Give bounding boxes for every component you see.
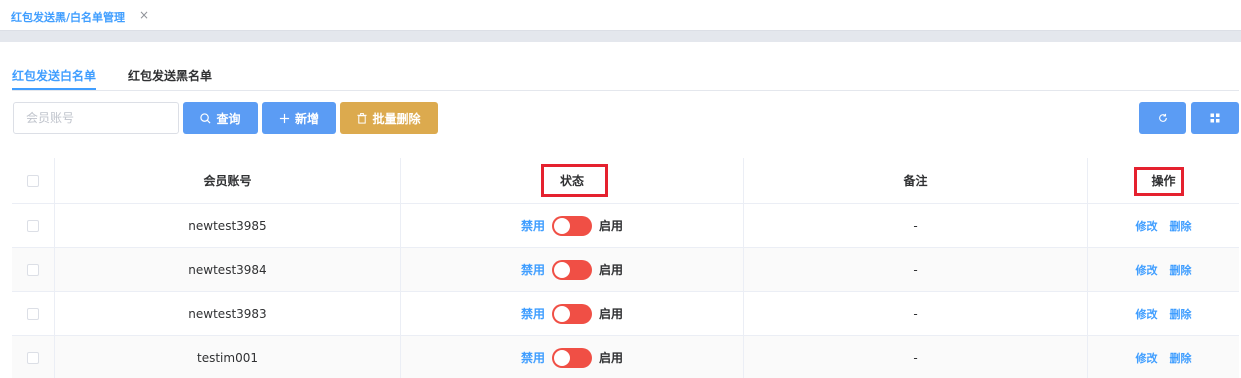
- edit-link[interactable]: 修改: [1136, 306, 1158, 322]
- delete-link[interactable]: 删除: [1170, 262, 1192, 278]
- table-row: newtest3985 禁用 启用 - 修改 删除: [12, 204, 1239, 248]
- highlight-box-status: [541, 164, 608, 197]
- tab-blacklist[interactable]: 红包发送黑名单: [128, 67, 212, 84]
- remark-cell: -: [744, 292, 1088, 335]
- plus-icon: [279, 113, 290, 123]
- delete-link[interactable]: 删除: [1170, 350, 1192, 366]
- switch-knob: [554, 261, 570, 278]
- remark-cell: -: [744, 336, 1088, 378]
- account-cell: newtest3985: [55, 204, 401, 247]
- status-toggle: 禁用 启用: [521, 215, 623, 236]
- switch-knob: [554, 349, 570, 366]
- refresh-icon: [1158, 113, 1167, 122]
- switch-knob: [554, 305, 570, 322]
- close-icon[interactable]: ×: [139, 8, 149, 22]
- search-icon: [200, 112, 211, 124]
- table-row: testim001 禁用 启用 - 修改 删除: [12, 336, 1239, 378]
- add-button[interactable]: 新增: [262, 102, 336, 134]
- status-switch[interactable]: [552, 215, 592, 236]
- edit-link[interactable]: 修改: [1136, 350, 1158, 366]
- remark-cell: -: [744, 248, 1088, 291]
- status-toggle: 禁用 启用: [521, 303, 623, 324]
- disable-label[interactable]: 禁用: [521, 305, 545, 322]
- list-type-tabs: 红包发送白名单 红包发送黑名单: [12, 55, 1239, 91]
- account-search-input[interactable]: [13, 102, 179, 134]
- table-row: newtest3984 禁用 启用 - 修改 删除: [12, 248, 1239, 292]
- disable-label[interactable]: 禁用: [521, 217, 545, 234]
- enable-label[interactable]: 启用: [599, 217, 623, 234]
- header-account: 会员账号: [55, 158, 401, 203]
- switch-knob: [554, 217, 570, 234]
- table-header: 会员账号 状态 备注 操作: [12, 158, 1239, 204]
- search-button-label: 查询: [216, 111, 241, 126]
- account-cell: newtest3983: [55, 292, 401, 335]
- highlight-box-operation: [1134, 167, 1184, 196]
- refresh-button[interactable]: [1139, 102, 1186, 134]
- tab-whitelist[interactable]: 红包发送白名单: [12, 67, 96, 84]
- row-checkbox[interactable]: [27, 351, 39, 364]
- edit-link[interactable]: 修改: [1136, 262, 1158, 278]
- row-checkbox[interactable]: [27, 307, 39, 320]
- search-button[interactable]: 查询: [183, 102, 258, 134]
- enable-label[interactable]: 启用: [599, 305, 623, 322]
- account-cell: newtest3984: [55, 248, 401, 291]
- status-switch[interactable]: [552, 347, 592, 368]
- enable-label[interactable]: 启用: [599, 261, 623, 278]
- active-tab-indicator: [12, 88, 96, 90]
- disable-label[interactable]: 禁用: [521, 349, 545, 366]
- enable-label[interactable]: 启用: [599, 349, 623, 366]
- row-checkbox[interactable]: [27, 219, 39, 232]
- status-toggle: 禁用 启用: [521, 347, 623, 368]
- header-remark: 备注: [744, 158, 1088, 203]
- page-tab-title[interactable]: 红包发送黑/白名单管理: [11, 9, 125, 25]
- status-switch[interactable]: [552, 303, 592, 324]
- page-tab-bar: 红包发送黑/白名单管理 ×: [0, 0, 1241, 30]
- trash-icon: [357, 112, 368, 124]
- edit-link[interactable]: 修改: [1136, 218, 1158, 234]
- disable-label[interactable]: 禁用: [521, 261, 545, 278]
- table-row: newtest3983 禁用 启用 - 修改 删除: [12, 292, 1239, 336]
- batch-delete-button[interactable]: 批量删除: [340, 102, 438, 134]
- delete-link[interactable]: 删除: [1170, 306, 1192, 322]
- status-switch[interactable]: [552, 259, 592, 280]
- account-cell: testim001: [55, 336, 401, 378]
- divider-band: [0, 30, 1241, 42]
- delete-link[interactable]: 删除: [1170, 218, 1192, 234]
- batch-delete-label: 批量删除: [372, 111, 421, 126]
- grid-icon: [1210, 113, 1220, 123]
- remark-cell: -: [744, 204, 1088, 247]
- add-button-label: 新增: [294, 111, 319, 126]
- column-settings-button[interactable]: [1191, 102, 1239, 134]
- row-checkbox[interactable]: [27, 263, 39, 276]
- select-all-checkbox[interactable]: [27, 174, 39, 187]
- status-toggle: 禁用 启用: [521, 259, 623, 280]
- member-table: 会员账号 状态 备注 操作 newtest3985 禁用 启用 - 修改 删除 …: [12, 158, 1239, 378]
